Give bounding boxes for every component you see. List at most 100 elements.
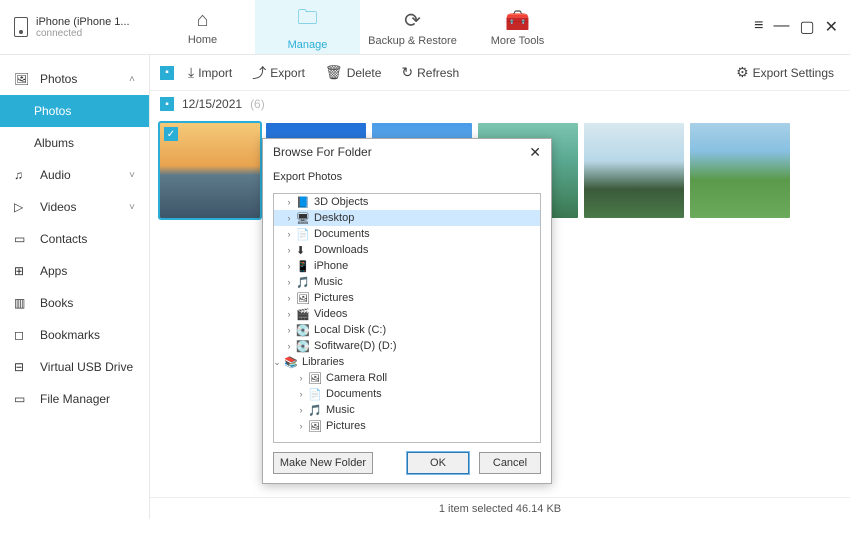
status-bar: 1 item selected 46.14 KB — [150, 497, 850, 519]
tree-item[interactable]: ›📘3D Objects — [274, 194, 540, 210]
folder-icon: 🖼 — [308, 372, 322, 385]
folder-icon: 🖥 — [296, 212, 310, 225]
nav-label: Home — [188, 34, 217, 46]
tree-label: Pictures — [314, 292, 354, 304]
sidebar-item-filemanager[interactable]: ▭ File Manager — [0, 383, 149, 415]
tree-item[interactable]: ›🎵Music — [274, 274, 540, 290]
sidebar-item-apps[interactable]: ⊞ Apps — [0, 255, 149, 287]
tree-item[interactable]: ›🎵Music — [274, 402, 540, 418]
bookmark-icon: ◻ — [14, 328, 30, 342]
expand-icon: ⌄ — [274, 357, 282, 368]
tool-label: Export Settings — [753, 66, 834, 80]
folder-icon: 📄 — [296, 228, 310, 241]
tree-label: 3D Objects — [314, 196, 368, 208]
contacts-icon: ▭ — [14, 232, 30, 246]
check-icon: ✓ — [164, 127, 178, 141]
tool-label: Delete — [347, 66, 382, 80]
tree-item[interactable]: ›📄 Documents — [274, 386, 540, 402]
device-name: iPhone (iPhone 1... — [36, 16, 130, 28]
sidebar-item-photos-sub[interactable]: Photos — [0, 95, 149, 127]
sidebar-label: Contacts — [40, 232, 87, 246]
tree-item[interactable]: ›🖥 Desktop — [274, 210, 540, 226]
toolbox-icon: 🧰 — [505, 8, 530, 33]
sidebar-label: Books — [40, 296, 73, 310]
select-date-checkbox[interactable]: ▪ — [160, 97, 174, 111]
chevron-up-icon: ˄ — [129, 74, 135, 85]
delete-button[interactable]: 🗑Delete — [319, 64, 387, 81]
export-button[interactable]: ⤴Export — [246, 63, 311, 83]
sidebar-label: Photos — [40, 72, 77, 86]
tree-item[interactable]: ›⬇Downloads — [274, 242, 540, 258]
tree-item[interactable]: ›🖼Camera Roll — [274, 370, 540, 386]
sidebar-label: Albums — [34, 136, 74, 150]
tree-item[interactable]: ›🖼Pictures — [274, 418, 540, 434]
tree-item[interactable]: ›📱iPhone — [274, 258, 540, 274]
tree-label: Downloads — [314, 244, 368, 256]
close-icon[interactable]: ✕ — [825, 17, 838, 37]
nav-more[interactable]: 🧰 More Tools — [465, 0, 570, 54]
tree-item[interactable]: ›💽Sofitware(D) (D:) — [274, 338, 540, 354]
minimize-icon[interactable]: — — [773, 17, 789, 37]
folder-icon: 📄 — [308, 388, 322, 401]
expand-icon: › — [284, 213, 294, 223]
tree-label: Documents — [314, 228, 370, 240]
sidebar-item-books[interactable]: ▥ Books — [0, 287, 149, 319]
cancel-button[interactable]: Cancel — [479, 452, 541, 474]
sidebar-item-bookmarks[interactable]: ◻ Bookmarks — [0, 319, 149, 351]
chevron-down-icon: ˅ — [129, 170, 135, 181]
maximize-icon[interactable]: ▢ — [799, 17, 814, 37]
import-icon: ⤓ — [188, 64, 194, 81]
photo-thumb[interactable]: ✓ — [160, 123, 260, 218]
nav-backup[interactable]: ⟳ Backup & Restore — [360, 0, 465, 54]
phone-icon — [14, 17, 28, 37]
tree-item[interactable]: ›💽Local Disk (C:) — [274, 322, 540, 338]
tree-item-libraries[interactable]: ⌄📚Libraries — [274, 354, 540, 370]
dialog-title: Browse For Folder — [273, 145, 372, 159]
sidebar-label: Videos — [40, 200, 76, 214]
photo-thumb[interactable] — [690, 123, 790, 218]
expand-icon: › — [284, 245, 294, 255]
tree-label: iPhone — [314, 260, 348, 272]
sidebar-item-vusb[interactable]: ⊟ Virtual USB Drive — [0, 351, 149, 383]
tree-label: Documents — [326, 388, 382, 400]
sidebar-item-audio[interactable]: ♫ Audio ˅ — [0, 159, 149, 191]
make-new-folder-button[interactable]: Make New Folder — [273, 452, 373, 474]
menu-icon[interactable]: ≡ — [754, 17, 763, 37]
export-settings-button[interactable]: ⚙Export Settings — [730, 64, 840, 81]
browse-folder-dialog: Browse For Folder ✕ Export Photos ›📘3D O… — [262, 138, 552, 484]
tree-item[interactable]: ›🎬Videos — [274, 306, 540, 322]
photo-thumb[interactable] — [584, 123, 684, 218]
tool-label: Import — [198, 66, 232, 80]
expand-icon: › — [296, 389, 306, 399]
tree-label: Sofitware(D) (D:) — [314, 340, 397, 352]
sidebar-item-photos[interactable]: 🖼 Photos ˄ — [0, 63, 149, 95]
select-all-checkbox[interactable]: ▪ — [160, 66, 174, 80]
dialog-close-icon[interactable]: ✕ — [529, 144, 541, 161]
expand-icon: › — [284, 261, 294, 271]
tree-label: Videos — [314, 308, 347, 320]
sidebar-item-videos[interactable]: ▷ Videos ˅ — [0, 191, 149, 223]
tool-label: Refresh — [417, 66, 459, 80]
import-button[interactable]: ⤓ Import — [182, 64, 238, 81]
expand-icon: › — [284, 277, 294, 287]
expand-icon: › — [296, 405, 306, 415]
sidebar-item-contacts[interactable]: ▭ Contacts — [0, 223, 149, 255]
tree-item[interactable]: ›🖼Pictures — [274, 290, 540, 306]
ok-button[interactable]: OK — [407, 452, 469, 474]
sidebar-item-albums[interactable]: Albums — [0, 127, 149, 159]
sidebar-label: Audio — [40, 168, 71, 182]
tree-item[interactable]: ›📄Documents — [274, 226, 540, 242]
tree-label: Desktop — [314, 212, 354, 224]
nav-manage[interactable]: 🗀 Manage — [255, 0, 360, 54]
export-icon: ⤴ — [252, 63, 266, 83]
nav-home[interactable]: ⌂ Home — [150, 0, 255, 54]
refresh-button[interactable]: ↻ Refresh — [395, 64, 465, 81]
folder-outline-icon: ▭ — [14, 392, 30, 406]
refresh-icon: ↻ — [401, 64, 413, 81]
image-icon: 🖼 — [14, 72, 30, 86]
device-info[interactable]: iPhone (iPhone 1... connected — [0, 16, 150, 39]
nav-label: More Tools — [491, 35, 545, 47]
expand-icon: › — [284, 197, 294, 207]
backup-icon: ⟳ — [404, 8, 421, 33]
folder-tree[interactable]: ›📘3D Objects›🖥Desktop›📄Documents›⬇Downlo… — [274, 194, 540, 442]
